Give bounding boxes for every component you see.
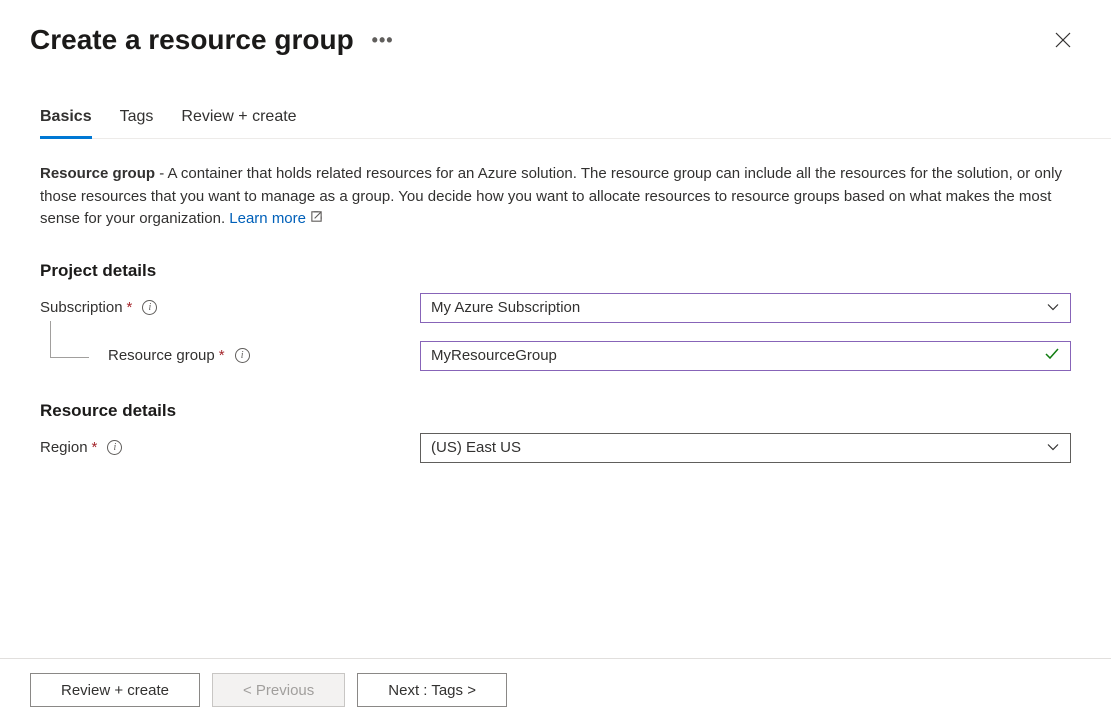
info-icon[interactable]: i	[107, 440, 122, 455]
page-title: Create a resource group	[30, 24, 354, 56]
tab-basics[interactable]: Basics	[40, 108, 92, 139]
subscription-row: Subscription * i My Azure Subscription	[40, 293, 1071, 323]
subscription-label-text: Subscription	[40, 299, 123, 316]
info-icon[interactable]: i	[142, 300, 157, 315]
required-asterisk: *	[219, 347, 225, 364]
external-link-icon	[310, 208, 323, 231]
description-bold: Resource group	[40, 165, 155, 182]
region-label: Region * i	[40, 439, 420, 456]
chevron-down-icon	[1046, 439, 1060, 456]
subscription-select[interactable]: My Azure Subscription	[420, 293, 1071, 323]
project-details-heading: Project details	[40, 261, 1071, 281]
description-text: Resource group - A container that holds …	[40, 163, 1071, 231]
description-body: - A container that holds related resourc…	[40, 165, 1062, 227]
required-asterisk: *	[127, 299, 133, 316]
content-area: Resource group - A container that holds …	[0, 139, 1111, 463]
resource-group-label: Resource group * i	[40, 347, 420, 364]
page-header: Create a resource group •••	[0, 0, 1111, 56]
resource-group-value: MyResourceGroup	[431, 347, 557, 364]
close-icon[interactable]	[1051, 28, 1075, 52]
learn-more-text: Learn more	[229, 210, 306, 227]
tab-tags[interactable]: Tags	[120, 108, 154, 139]
checkmark-icon	[1044, 347, 1060, 365]
subscription-label: Subscription * i	[40, 299, 420, 316]
resource-group-row: Resource group * i MyResourceGroup	[40, 341, 1071, 371]
info-icon[interactable]: i	[235, 348, 250, 363]
learn-more-link[interactable]: Learn more	[229, 210, 323, 227]
region-value: (US) East US	[431, 439, 521, 456]
resource-details-heading: Resource details	[40, 401, 1071, 421]
review-create-button[interactable]: Review + create	[30, 673, 200, 707]
subscription-value: My Azure Subscription	[431, 299, 580, 316]
region-row: Region * i (US) East US	[40, 433, 1071, 463]
tab-review[interactable]: Review + create	[181, 108, 296, 139]
ellipsis-icon[interactable]: •••	[372, 30, 394, 51]
resource-group-label-text: Resource group	[108, 347, 215, 364]
page-title-row: Create a resource group •••	[30, 24, 394, 56]
footer-bar: Review + create < Previous Next : Tags >	[0, 658, 1111, 721]
tab-bar: Basics Tags Review + create	[40, 108, 1111, 139]
region-select[interactable]: (US) East US	[420, 433, 1071, 463]
required-asterisk: *	[92, 439, 98, 456]
previous-button: < Previous	[212, 673, 345, 707]
region-label-text: Region	[40, 439, 88, 456]
chevron-down-icon	[1046, 299, 1060, 316]
next-button[interactable]: Next : Tags >	[357, 673, 507, 707]
resource-group-input[interactable]: MyResourceGroup	[420, 341, 1071, 371]
